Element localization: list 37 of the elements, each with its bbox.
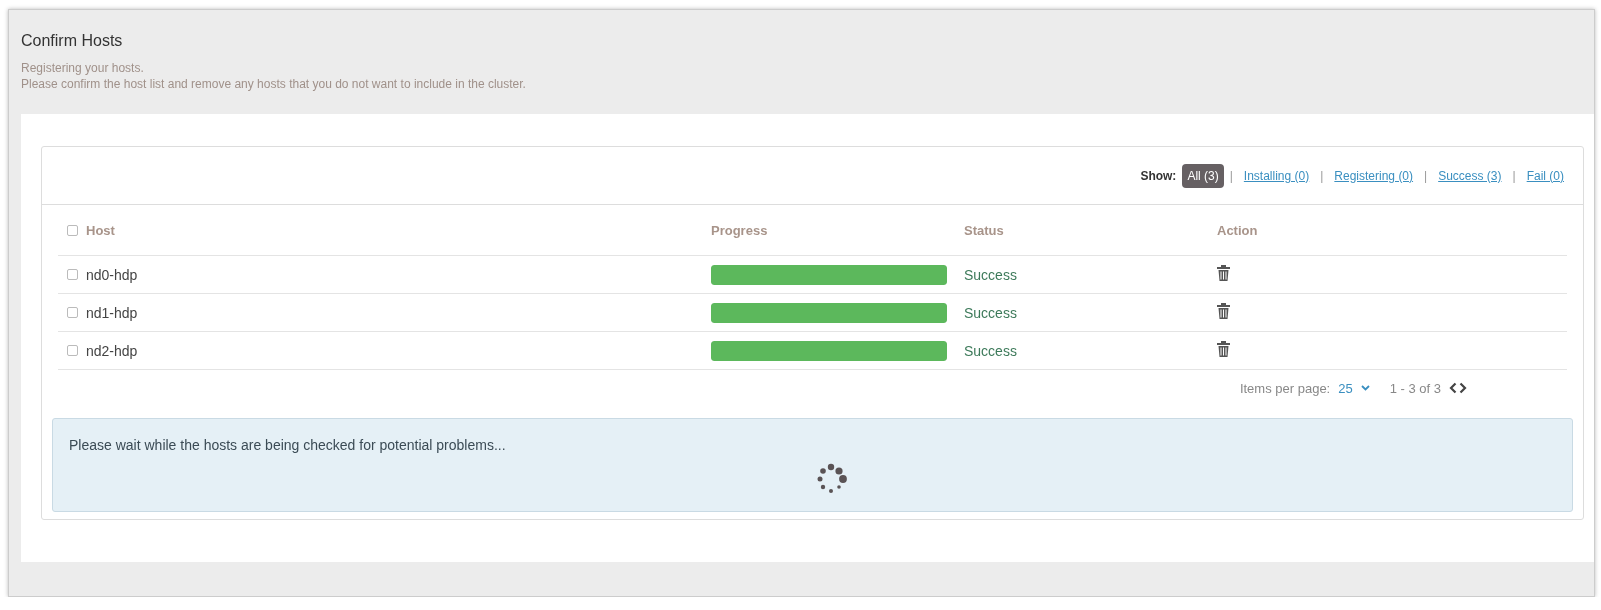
trash-icon[interactable] bbox=[1217, 303, 1230, 319]
filter-link[interactable]: Installing (0) bbox=[1238, 163, 1315, 188]
column-header: Host bbox=[86, 222, 116, 238]
status-text: Success bbox=[964, 342, 1018, 359]
checkbox[interactable] bbox=[67, 269, 78, 280]
chevron-down-icon bbox=[1360, 385, 1370, 391]
column-header: Action bbox=[1217, 222, 1259, 238]
subtitle-text: Please confirm the host list and remove any hosts that you do not want to include in the cluster. bbox=[21, 76, 527, 92]
trash-icon[interactable] bbox=[1217, 265, 1230, 281]
next-page-icon[interactable] bbox=[1459, 382, 1467, 394]
alert-message: Please wait while the hosts are being checked for potential problems... bbox=[69, 437, 507, 453]
checkbox[interactable] bbox=[67, 345, 78, 356]
checkbox[interactable] bbox=[67, 307, 78, 318]
subtitle-text: Registering your hosts. bbox=[21, 60, 145, 76]
separator: | bbox=[1424, 168, 1428, 183]
page-title: Confirm Hosts bbox=[21, 32, 124, 50]
checkbox[interactable] bbox=[67, 224, 78, 236]
host-name: nd2-hdp bbox=[86, 342, 139, 359]
column-header: Status bbox=[964, 222, 1005, 238]
host-name: nd0-hdp bbox=[86, 266, 139, 283]
page-size-select[interactable]: 25 bbox=[1338, 380, 1370, 396]
column-header: Progress bbox=[711, 222, 769, 238]
filter-label: Show: bbox=[1140, 168, 1177, 183]
previous-page-icon[interactable] bbox=[1449, 382, 1457, 394]
separator: | bbox=[1512, 168, 1516, 183]
separator: | bbox=[1229, 168, 1233, 183]
filter-link[interactable]: Fail (0) bbox=[1521, 163, 1569, 188]
status-text: Success bbox=[964, 304, 1018, 321]
separator: | bbox=[1320, 168, 1324, 183]
filter-link[interactable]: Success (3) bbox=[1433, 163, 1507, 188]
status-text: Success bbox=[964, 266, 1018, 283]
filter-link[interactable]: All (3) bbox=[1182, 163, 1224, 188]
trash-icon[interactable] bbox=[1217, 341, 1230, 357]
items-per-page-label: Items per page: bbox=[1239, 380, 1331, 396]
filter-link[interactable]: Registering (0) bbox=[1329, 163, 1419, 188]
page-range: 1 - 3 of 3 bbox=[1389, 380, 1441, 396]
host-name: nd1-hdp bbox=[86, 304, 139, 321]
